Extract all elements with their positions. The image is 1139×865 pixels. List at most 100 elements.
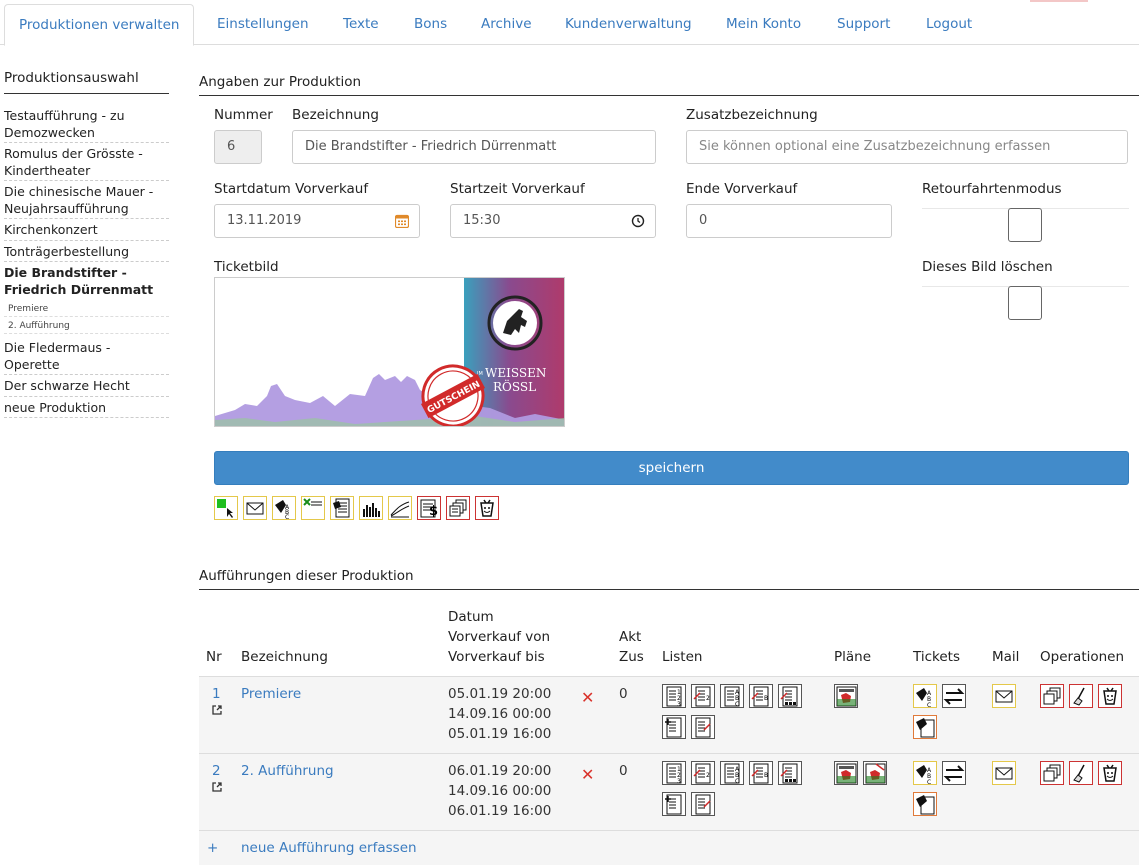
sidebar-item-fledermaus[interactable]: Die Fledermaus - Operette — [4, 340, 169, 375]
zusatz-input[interactable]: Sie können optional eine Zusatzbezeichnu… — [686, 130, 1128, 164]
clear-icon[interactable] — [1069, 684, 1093, 708]
sidebar-subitem-2-auffuehrung[interactable]: 2. Aufführung — [4, 319, 169, 334]
retour-checkbox[interactable] — [1008, 208, 1042, 242]
bezeichnung-input[interactable]: Die Brandstifter - Friedrich Dürrenmatt — [292, 130, 656, 164]
tab-bons[interactable]: Bons — [400, 4, 461, 45]
delete-icon[interactable] — [1098, 761, 1122, 785]
tickets-abc-icon[interactable]: ABC — [272, 496, 296, 521]
ticket-image: IM WEISSEN RÖSSL GUTSCHEIN — [214, 277, 565, 427]
list-numbered-icon[interactable]: 123 — [662, 684, 686, 708]
ticket-image-graphic: IM WEISSEN RÖSSL GUTSCHEIN — [215, 278, 564, 426]
delete-icon[interactable] — [475, 496, 499, 520]
tickets-print-icon[interactable] — [913, 715, 937, 739]
save-button[interactable]: speichern — [214, 451, 1129, 485]
ende-label: Ende Vorverkauf — [686, 181, 798, 197]
sidebar-item-brandstifter[interactable]: Die Brandstifter - Friedrich Dürrenmatt — [4, 265, 169, 299]
ticketbild-label: Ticketbild — [214, 259, 279, 275]
swap-icon[interactable] — [942, 684, 966, 708]
top-navigation: Produktionen verwalten Einstellungen Tex… — [0, 0, 1139, 46]
list-abc-marked-icon[interactable]: B — [749, 761, 773, 785]
calendar-icon[interactable] — [395, 214, 409, 228]
select-icon[interactable] — [214, 496, 238, 520]
list-abc-icon[interactable]: ABC — [720, 684, 744, 708]
row-name-link[interactable]: 2. Aufführung — [241, 763, 334, 779]
tab-support[interactable]: Support — [823, 4, 904, 45]
col-header-nr: Nr — [206, 649, 222, 665]
list-numbered-marked-icon[interactable]: 2 — [691, 761, 715, 785]
delete-icon[interactable] — [1098, 684, 1122, 708]
svg-text:B: B — [764, 772, 768, 779]
row-vv-bis: 05.01.19 16:00 — [448, 726, 552, 742]
zusatz-label: Zusatzbezeichnung — [686, 107, 818, 123]
col-header-datum: Datum — [448, 609, 494, 625]
sidebar-item-neue-produktion[interactable]: neue Produktion — [4, 400, 169, 418]
row-nr-link[interactable]: 1 — [212, 686, 221, 702]
dollar-icon[interactable]: $ — [417, 496, 441, 520]
tab-archive[interactable]: Archive — [467, 4, 546, 45]
ende-vorverkauf-input[interactable]: 0 — [686, 204, 892, 238]
row-akt-cross-icon[interactable]: ✕ — [581, 688, 594, 707]
list-add-marked-icon[interactable] — [691, 715, 715, 739]
add-performance-link[interactable]: neue Aufführung erfassen — [241, 840, 417, 856]
tab-kundenverwaltung[interactable]: Kundenverwaltung — [551, 4, 706, 45]
tickets-print-icon[interactable] — [913, 792, 937, 816]
sidebar-item-tontraeger[interactable]: Tonträgerbestellung — [4, 244, 169, 262]
production-sidebar: Produktionsauswahl Testaufführung - zu D… — [4, 70, 169, 421]
tab-logout[interactable]: Logout — [912, 4, 986, 45]
clock-icon[interactable] — [631, 214, 645, 228]
list-abc-icon[interactable]: ABC — [720, 761, 744, 785]
sidebar-item-testauffuehrung[interactable]: Testaufführung - zu Demozwecken — [4, 108, 169, 143]
seat-plan-icon[interactable] — [834, 684, 858, 708]
sidebar-item-kirchenkonzert[interactable]: Kirchenkonzert — [4, 222, 169, 241]
stats-icon[interactable] — [359, 496, 383, 520]
list-add-marked-icon[interactable] — [691, 792, 715, 816]
list-abc-bars-icon[interactable] — [778, 684, 802, 708]
chart-icon[interactable] — [388, 496, 412, 520]
col-header-operationen: Operationen — [1040, 649, 1125, 665]
tab-einstellungen[interactable]: Einstellungen — [203, 4, 323, 45]
tab-produktionen-verwalten[interactable]: Produktionen verwalten — [4, 4, 195, 46]
list-add-icon[interactable] — [662, 715, 686, 739]
top-accent-mark — [1030, 0, 1088, 2]
list-abc-bars-icon[interactable] — [778, 761, 802, 785]
sidebar-title: Produktionsauswahl — [4, 70, 169, 94]
copy-icon[interactable] — [1040, 761, 1064, 785]
tickets-abc-icon[interactable]: ABC — [913, 684, 937, 709]
row-name-link[interactable]: Premiere — [241, 686, 301, 702]
copy-icon[interactable] — [446, 496, 470, 520]
mail-icon[interactable] — [992, 761, 1016, 785]
seat-plan-edit-icon[interactable] — [863, 761, 887, 785]
external-link-icon[interactable] — [211, 781, 223, 793]
row-nr-link[interactable]: 2 — [212, 763, 221, 779]
row-vv-von: 14.09.16 00:00 — [448, 706, 552, 722]
sidebar-item-romulus[interactable]: Romulus der Grösste - Kindertheater — [4, 146, 169, 181]
startdatum-input[interactable]: 13.11.2019 — [214, 204, 420, 238]
tickets-abc-icon[interactable]: ABC — [913, 761, 937, 786]
list-numbered-icon[interactable]: 123 — [662, 761, 686, 785]
copy-icon[interactable] — [1040, 684, 1064, 708]
sidebar-subitem-premiere[interactable]: Premiere — [4, 302, 169, 317]
sidebar-item-schwarze-hecht[interactable]: Der schwarze Hecht — [4, 378, 169, 397]
tab-mein-konto[interactable]: Mein Konto — [712, 4, 815, 45]
list-icon[interactable] — [301, 496, 325, 520]
external-link-icon[interactable] — [211, 704, 223, 716]
list-numbered-marked-icon[interactable]: 2 — [691, 684, 715, 708]
svg-text:B: B — [764, 695, 768, 702]
row-akt-cross-icon[interactable]: ✕ — [581, 765, 594, 784]
list-add-icon[interactable] — [662, 792, 686, 816]
clear-icon[interactable] — [1069, 761, 1093, 785]
swap-icon[interactable] — [942, 761, 966, 785]
nummer-field: 6 — [214, 130, 262, 164]
tab-texte[interactable]: Texte — [329, 4, 393, 45]
print-icon[interactable] — [330, 496, 354, 520]
add-performance-plus-icon[interactable]: + — [207, 840, 218, 856]
mail-icon[interactable] — [243, 496, 267, 520]
startzeit-input[interactable]: 15:30 — [450, 204, 656, 238]
list-abc-marked-icon[interactable]: B — [749, 684, 773, 708]
sidebar-item-chinesische-mauer[interactable]: Die chinesische Mauer - Neujahrsaufführu… — [4, 184, 169, 219]
svg-text:C: C — [285, 514, 289, 519]
bild-loeschen-checkbox[interactable] — [1008, 286, 1042, 320]
seat-plan-icon[interactable] — [834, 761, 858, 785]
mail-icon[interactable] — [992, 684, 1016, 708]
startdatum-value: 13.11.2019 — [227, 213, 302, 228]
